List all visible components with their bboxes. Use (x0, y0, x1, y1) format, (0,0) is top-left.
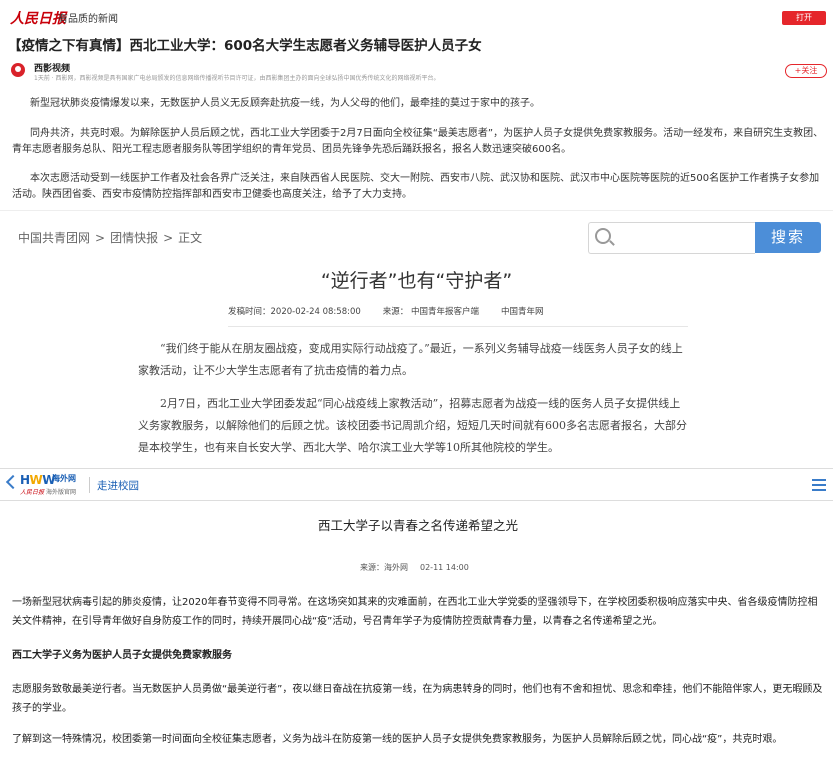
haiwai-logo[interactable]: HWW (20, 473, 56, 487)
source-description: 1天前 · 西影网，西影视频是具有国家广电总局颁发的信息网络传播视听节目许可证，… (34, 75, 440, 82)
breadcrumb-home-link[interactable]: 中国共青团网 (18, 231, 90, 245)
breadcrumb: 中国共青团网 > 团情快报 > 正文 (18, 229, 202, 246)
divider (0, 500, 833, 501)
logo-letter: W (29, 473, 43, 487)
site-name: 中国青年网 (500, 307, 544, 317)
search-input[interactable] (588, 222, 755, 254)
divider (89, 477, 90, 493)
logo-letter: H (20, 473, 30, 487)
section-link[interactable]: 走进校园 (97, 478, 139, 493)
open-app-button[interactable]: 打开 (782, 11, 826, 25)
breadcrumb-separator: > (95, 231, 106, 245)
search-icon (595, 228, 611, 244)
article-title: “逆行者”也有“守护者” (320, 270, 513, 292)
paragraph: 了解到这一特殊情况，校团委第一时间面向全校征集志愿者，义务为战斗在防疫第一线的医… (12, 734, 783, 745)
menu-icon[interactable] (812, 479, 826, 491)
article-source: 来源：海外网 (360, 563, 408, 572)
paragraph: 志愿服务致敬最美逆行者。当无数医护人员勇做“最美逆行者”，夜以继日奋战在抗疫第一… (12, 684, 823, 714)
slogan: 有品质的新闻 (58, 14, 118, 25)
paragraph: 新型冠状肺炎疫情爆发以来，无数医护人员义无反顾奔赴抗疫一线，为人父母的他们，最牵… (30, 98, 540, 109)
follow-button[interactable]: +关注 (785, 64, 827, 78)
haiwai-logo-text: 海外网 (52, 474, 76, 483)
breadcrumb-current: 正文 (178, 231, 203, 245)
haiwai-panel: HWW 海外网 人民日报 海外版官网 走进校园 西工大学子以青春之名传递希望之光… (0, 468, 833, 771)
search-button[interactable]: 搜索 (755, 222, 821, 253)
people-daily-panel: 人民日报 有品质的新闻 打开 【疫情之下有真情】西北工业大学：600名大学生志愿… (0, 0, 833, 211)
article-source: 来源： 中国青年报客户端 (382, 307, 479, 317)
logo-sub-brand: 人民日报 (20, 489, 45, 496)
paragraph: 同舟共济，共克时艰。为解除医护人员后顾之忧，西北工业大学团委于2月7日面向全校征… (12, 128, 824, 155)
breadcrumb-news-link[interactable]: 团情快报 (110, 231, 158, 245)
logo-sub-text: 海外版官网 (45, 489, 76, 496)
back-arrow-icon[interactable] (5, 474, 21, 490)
article-meta: 来源：海外网 02-11 14:00 (360, 562, 481, 573)
source-avatar-icon[interactable] (11, 63, 25, 77)
breadcrumb-separator: > (163, 231, 174, 245)
youth-net-panel: 中国共青团网 > 团情快报 > 正文 搜索 “逆行者”也有“守护者” 发稿时间：2020… (0, 210, 833, 468)
publish-time: 02-11 14:00 (420, 563, 469, 572)
paragraph: “我们终于能从在朋友圈战疫，变成用实际行动战疫了。”最近，一系列义务辅导战疫一线… (138, 342, 683, 377)
publish-time: 发稿时间：2020-02-24 08:58:00 (228, 307, 361, 317)
divider (228, 326, 688, 327)
paragraph: 2月7日，西北工业大学团委发起“同心战疫线上家教活动”，招募志愿者为战疫一线的医… (138, 397, 687, 454)
article-title: 【疫情之下有真情】西北工业大学：600名大学生志愿者义务辅导医护人员子女 (8, 38, 482, 54)
paragraph: 一场新型冠状病毒引起的肺炎疫情，让2020年春节变得不同寻常。在这场突如其来的灾… (12, 597, 818, 627)
section-heading: 西工大学子义务为医护人员子女提供免费家教服务 (12, 650, 232, 661)
paragraph: 本次志愿活动受到一线医护工作者及社会各界广泛关注，来自陕西省人民医院、交大一附院… (12, 173, 820, 200)
article-meta: 发稿时间：2020-02-24 08:58:00 来源： 中国青年报客户端 中国青年… (228, 305, 566, 317)
article-title: 西工大学子以青春之名传递希望之光 (317, 518, 518, 533)
haiwai-logo-subtitle: 人民日报 海外版官网 (20, 487, 76, 496)
